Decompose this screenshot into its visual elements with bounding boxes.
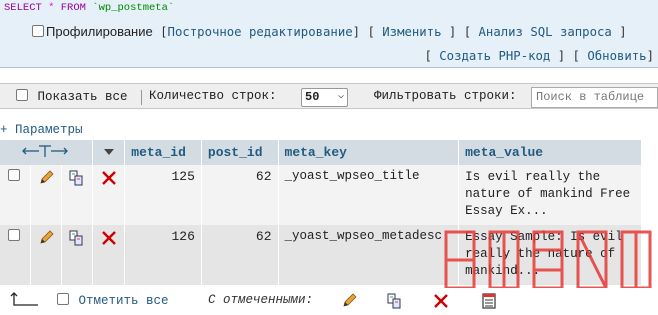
- inline-edit-link[interactable]: Построчное редактирование: [168, 25, 353, 39]
- cell-meta-value[interactable]: Essay Sample: Is evil really the nature …: [458, 225, 643, 285]
- navigation-bar: Показать все Количество строк: 50 ⌵ Филь…: [0, 83, 658, 109]
- edit-cell[interactable]: [30, 225, 63, 285]
- table-edge: [641, 225, 658, 285]
- sql-query: SELECT * FROM `wp_postmeta`: [4, 2, 174, 14]
- show-all-checkbox[interactable]: [16, 89, 28, 101]
- create-php-link[interactable]: Создать PHP-код: [439, 49, 550, 63]
- copy-icon[interactable]: [68, 229, 86, 247]
- rows-count-label: Количество строк:: [149, 89, 277, 103]
- chevron-down-icon: ⌵: [337, 91, 344, 102]
- chevron-down-icon: [103, 149, 114, 155]
- sql-table-name: `wp_postmeta`: [92, 2, 175, 14]
- arrow-icon: [10, 292, 38, 306]
- copy-cell[interactable]: [61, 225, 94, 285]
- delete-cell[interactable]: [92, 225, 126, 285]
- sql-actions-row-2: [ Создать PHP-код ] [ Обновить]: [424, 49, 654, 63]
- cell-meta-key[interactable]: _yoast_wpseo_metadesc: [278, 225, 460, 285]
- cell-meta-key[interactable]: _yoast_wpseo_title: [278, 165, 460, 225]
- profiling-label: Профилирование: [46, 24, 153, 39]
- meta-value-text: Essay Sample: Is evil really the nature …: [465, 230, 623, 278]
- cell-meta-id[interactable]: 126: [124, 225, 202, 285]
- options-link[interactable]: + Параметры: [0, 123, 83, 137]
- column-menu-toggle[interactable]: [92, 140, 126, 165]
- delete-icon[interactable]: [432, 292, 450, 310]
- table-row: 126 62 _yoast_wpseo_metadesc Essay Sampl…: [0, 225, 658, 285]
- sql-actions-row: Профилирование [Построчное редактировани…: [32, 24, 654, 39]
- meta-value-text: Is evil really the nature of mankind Fre…: [465, 170, 631, 218]
- pencil-icon[interactable]: [37, 229, 55, 247]
- table-row: 125 62 _yoast_wpseo_title Is evil really…: [0, 165, 658, 225]
- cell-meta-value[interactable]: Is evil really the nature of mankind Fre…: [458, 165, 643, 225]
- delete-icon[interactable]: [100, 229, 118, 247]
- row-checkbox[interactable]: [8, 229, 21, 241]
- edit-cell[interactable]: [30, 165, 63, 225]
- copy-cell[interactable]: [61, 165, 94, 225]
- check-all-control[interactable]: Отметить все: [57, 293, 169, 308]
- filter-search-input[interactable]: Поиск в таблице: [531, 87, 658, 108]
- sql-from-keyword: FROM: [60, 2, 86, 14]
- with-selected-label: С отмеченными:: [208, 293, 314, 307]
- divider: [141, 90, 142, 105]
- pencil-icon[interactable]: [37, 169, 55, 187]
- table-edge: [641, 140, 658, 165]
- column-header-meta-id[interactable]: meta_id: [124, 140, 202, 165]
- sql-star: *: [48, 2, 55, 14]
- edit-query-link[interactable]: Изменить: [382, 25, 441, 39]
- explain-sql-link[interactable]: Анализ SQL запроса: [479, 25, 612, 39]
- cell-post-id[interactable]: 62: [201, 165, 279, 225]
- refresh-link[interactable]: Обновить: [587, 49, 646, 63]
- show-all-control[interactable]: Показать все: [16, 89, 128, 104]
- cell-meta-id[interactable]: 125: [124, 165, 202, 225]
- sql-query-panel: SELECT * FROM `wp_postmeta` Профилирован…: [0, 0, 658, 68]
- table-edge: [641, 165, 658, 225]
- check-all-checkbox[interactable]: [57, 293, 69, 305]
- show-all-label: Показать все: [37, 90, 128, 104]
- delete-cell[interactable]: [92, 165, 126, 225]
- export-icon[interactable]: [480, 292, 498, 310]
- results-table: meta_id post_id meta_key meta_value 125 …: [0, 140, 658, 285]
- column-header-meta-value[interactable]: meta_value: [458, 140, 643, 165]
- cell-post-id[interactable]: 62: [201, 225, 279, 285]
- column-header-post-id[interactable]: post_id: [201, 140, 279, 165]
- copy-icon[interactable]: [386, 292, 404, 310]
- rows-count-value: 50: [305, 90, 320, 104]
- sort-arrows-icon: [22, 144, 69, 157]
- sql-select-keyword: SELECT: [4, 2, 42, 14]
- filter-rows-label: Фильтровать строки:: [374, 89, 517, 103]
- bulk-actions-bar: Отметить все С отмеченными:: [0, 288, 658, 315]
- row-checkbox-cell[interactable]: [0, 225, 32, 285]
- row-checkbox-cell[interactable]: [0, 165, 32, 225]
- pencil-icon[interactable]: [340, 292, 358, 310]
- delete-icon[interactable]: [100, 169, 118, 187]
- copy-icon[interactable]: [68, 169, 86, 187]
- row-checkbox[interactable]: [8, 169, 21, 181]
- column-header-meta-key[interactable]: meta_key: [278, 140, 460, 165]
- profiling-checkbox[interactable]: [32, 25, 44, 37]
- sort-arrows-header[interactable]: [0, 140, 94, 165]
- check-all-link[interactable]: Отметить все: [79, 294, 169, 308]
- rows-count-select[interactable]: 50 ⌵: [301, 88, 348, 107]
